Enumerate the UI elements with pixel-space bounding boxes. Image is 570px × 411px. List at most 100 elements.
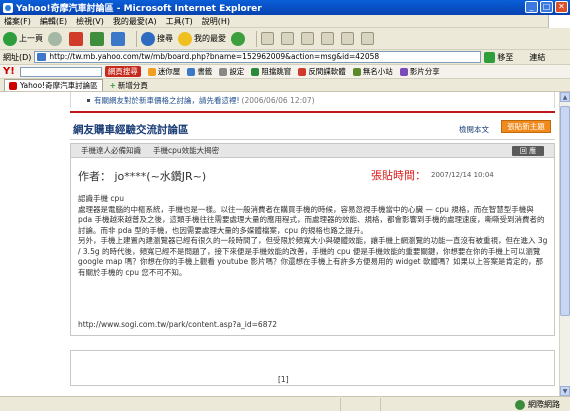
popup-blocker-label: 阻擋跳窗 bbox=[261, 67, 292, 76]
antispy-button[interactable]: 反間諜軟體 bbox=[298, 66, 346, 77]
address-input[interactable]: http://tw.mb.yahoo.com/tw/mb/board.php?b… bbox=[34, 51, 482, 63]
home-button[interactable] bbox=[111, 31, 127, 46]
author-name: jo****(~水鑽JR~) bbox=[114, 170, 207, 183]
settings-button[interactable]: 設定 bbox=[219, 66, 244, 77]
post-paragraph: 處理器是電腦的中樞系統，手機也是一樣。以往一般消費者在購買手機的時候，容易忽視手… bbox=[78, 204, 545, 235]
history-button[interactable] bbox=[231, 31, 247, 46]
page-number-link[interactable]: [1] bbox=[278, 375, 289, 384]
forward-button[interactable] bbox=[48, 31, 64, 46]
new-tab-label: 新增分頁 bbox=[117, 80, 148, 90]
bookmark-icon bbox=[187, 67, 196, 76]
search-label: 搜尋 bbox=[157, 34, 173, 43]
menu-help[interactable]: 說明(H) bbox=[202, 16, 230, 27]
edit-button[interactable] bbox=[301, 32, 316, 45]
pagination: [1] bbox=[70, 350, 555, 386]
post-time-label: 張貼時間： bbox=[371, 169, 426, 182]
post-link[interactable]: http://www.sogi.com.tw/park/content.asp?… bbox=[78, 320, 277, 329]
post-category-bar: 手機達人必備知識 手機cpu效能大揭密 回 應 bbox=[70, 143, 555, 158]
stop-icon bbox=[69, 31, 83, 46]
favorites-label: 我的最愛 bbox=[194, 34, 226, 43]
close-button[interactable]: ✕ bbox=[555, 1, 568, 13]
go-arrow-icon bbox=[484, 51, 496, 63]
favorites-button[interactable]: 我的最愛 bbox=[178, 31, 226, 46]
web-search-button[interactable]: 網頁搜尋 bbox=[104, 66, 141, 77]
history-icon bbox=[231, 31, 245, 46]
scroll-down-icon[interactable]: ▼ bbox=[560, 386, 570, 396]
wretch-label: 無名小站 bbox=[362, 67, 393, 76]
gear-icon bbox=[219, 67, 228, 76]
vertical-scrollbar[interactable]: ▲ ▼ bbox=[559, 92, 570, 396]
yahoo-toolbar: Y! 網頁搜尋 迷你屋 書籤 設定 阻擋跳窗 反間諜軟體 無名小站 影片分享 bbox=[0, 65, 570, 79]
title-bar: Yahoo!奇摩汽車討論區 - Microsoft Internet Explo… bbox=[0, 0, 570, 15]
standard-toolbar: 上一頁 搜尋 我的最愛 bbox=[0, 28, 570, 50]
top-notice: 有關網友對於新車價格之討論，請先看這裡! (2006/06/06 12:07) bbox=[70, 92, 555, 108]
menu-edit[interactable]: 編輯(E) bbox=[40, 16, 67, 27]
mini-house-label: 迷你屋 bbox=[157, 67, 181, 76]
new-tab-button[interactable]: + 新增分頁 bbox=[105, 79, 152, 91]
new-topic-button[interactable]: 張貼新主題 bbox=[501, 120, 551, 133]
post-author: 作者： jo****(~水鑽JR~) bbox=[78, 168, 206, 184]
bookmarks-button[interactable]: 書籤 bbox=[187, 66, 212, 77]
back-to-list-link[interactable]: 檢閱本文 bbox=[459, 124, 489, 135]
video-share-button[interactable]: 影片分享 bbox=[399, 66, 440, 77]
security-zone: 網際網路 bbox=[515, 399, 560, 410]
settings-label: 設定 bbox=[229, 67, 245, 76]
menu-view[interactable]: 檢視(V) bbox=[76, 16, 104, 27]
back-button[interactable]: 上一頁 bbox=[3, 31, 43, 46]
menu-file[interactable]: 檔案(F) bbox=[4, 16, 31, 27]
discuss-icon bbox=[321, 32, 334, 45]
menu-favorites[interactable]: 我的最愛(A) bbox=[113, 16, 157, 27]
tab-active[interactable]: Yahoo!奇摩汽車討論區 bbox=[4, 79, 103, 91]
print-button[interactable] bbox=[281, 32, 296, 45]
links-button[interactable]: 連結 bbox=[529, 52, 545, 63]
star-icon bbox=[178, 31, 192, 46]
wretch-icon bbox=[352, 67, 361, 76]
mail-icon bbox=[261, 32, 274, 45]
post-subject: 手機cpu效能大揭密 bbox=[153, 146, 220, 155]
discuss-button[interactable] bbox=[321, 32, 336, 45]
address-label: 網址(D) bbox=[3, 52, 32, 62]
minimize-button[interactable]: _ bbox=[525, 1, 538, 13]
video-icon bbox=[399, 67, 408, 76]
page-viewport: 有關網友對於新車價格之討論，請先看這裡! (2006/06/06 12:07) … bbox=[0, 92, 559, 396]
yahoo-favicon bbox=[9, 81, 17, 90]
yahoo-search-input[interactable] bbox=[19, 66, 102, 77]
home-icon bbox=[111, 31, 125, 46]
folder-button[interactable] bbox=[341, 32, 356, 45]
refresh-icon bbox=[90, 31, 104, 46]
maximize-button[interactable]: □ bbox=[540, 1, 553, 13]
bookmarks-label: 書籤 bbox=[197, 67, 213, 76]
divider bbox=[70, 111, 555, 113]
scroll-up-icon[interactable]: ▲ bbox=[560, 92, 570, 102]
top-notice-link[interactable]: 有關網友對於新車價格之討論，請先看這裡! bbox=[94, 95, 240, 106]
scroll-thumb[interactable] bbox=[560, 106, 570, 316]
author-label: 作者： bbox=[78, 170, 111, 183]
mail-button[interactable] bbox=[261, 32, 276, 45]
internet-zone-icon bbox=[515, 399, 525, 410]
popup-blocker-button[interactable]: 阻擋跳窗 bbox=[251, 66, 291, 77]
windows-logo-icon bbox=[548, 15, 570, 28]
house-icon bbox=[147, 67, 156, 76]
back-arrow-icon bbox=[3, 31, 17, 46]
toolbar-separator bbox=[136, 30, 137, 47]
post-body: 作者： jo****(~水鑽JR~) 張貼時間： 2007/12/14 10:0… bbox=[70, 158, 555, 336]
shield-icon bbox=[251, 67, 260, 76]
stop-button[interactable] bbox=[69, 31, 85, 46]
post-paragraph: 另外，手機上建置內建瀏覽器已經有很久的一段時間了，但受限於頻寬大小與硬體效能，讓… bbox=[78, 236, 548, 277]
post-time: 2007/12/14 10:04 bbox=[431, 171, 494, 179]
reply-button[interactable]: 回 應 bbox=[512, 146, 544, 156]
refresh-button[interactable] bbox=[90, 31, 106, 46]
search-button[interactable]: 搜尋 bbox=[141, 31, 173, 46]
go-button[interactable]: 移至 bbox=[484, 51, 513, 63]
messenger-button[interactable] bbox=[361, 32, 376, 45]
post-content: 認識手機 cpu 處理器是電腦的中樞系統，手機也是一樣。以往一般消費者在購買手機… bbox=[78, 194, 548, 278]
edit-icon bbox=[301, 32, 314, 45]
board-title: 網友購車經驗交流討論區 bbox=[73, 124, 189, 136]
yahoo-logo[interactable]: Y! bbox=[3, 66, 15, 77]
status-bar: 網際網路 bbox=[0, 396, 570, 411]
mini-house-button[interactable]: 迷你屋 bbox=[147, 66, 181, 77]
menu-tools[interactable]: 工具(T) bbox=[166, 16, 193, 27]
antispy-icon bbox=[298, 67, 307, 76]
wretch-button[interactable]: 無名小站 bbox=[352, 66, 393, 77]
divider bbox=[70, 139, 555, 140]
